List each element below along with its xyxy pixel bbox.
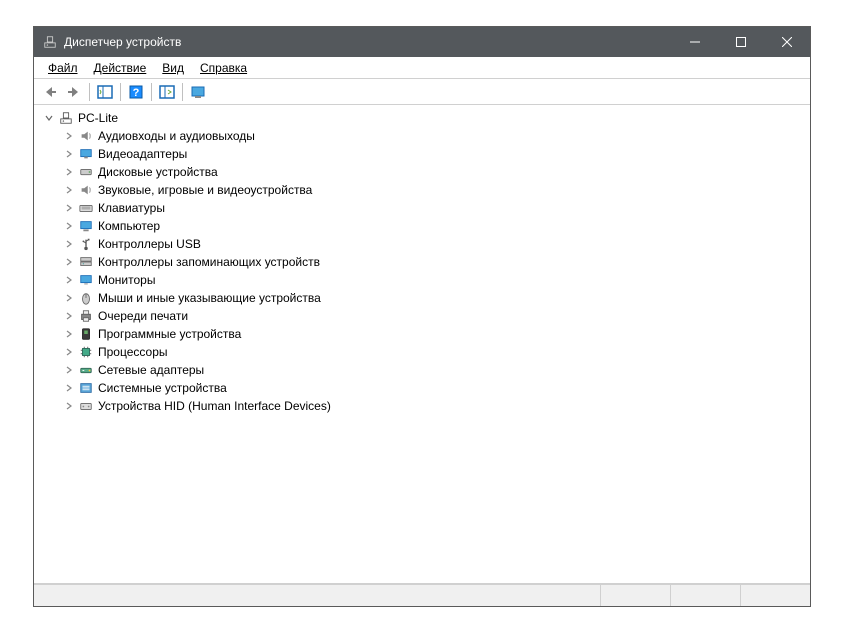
titlebar[interactable]: Диспетчер устройств [34,27,810,57]
svg-text:?: ? [133,87,140,99]
expand-icon[interactable] [62,399,76,413]
tree-category-row[interactable]: Сетевые адаптеры [62,361,810,379]
expand-icon[interactable] [62,129,76,143]
expand-icon[interactable] [62,309,76,323]
collapse-icon[interactable] [42,111,56,125]
tree-category-label: Дисковые устройства [98,165,218,179]
tree-category-label: Мыши и иные указывающие устройства [98,291,321,305]
maximize-button[interactable] [718,27,764,57]
tree-category-row[interactable]: Дисковые устройства [62,163,810,181]
audio-icon [78,182,94,198]
tree-category-label: Системные устройства [98,381,227,395]
tree-category-row[interactable]: Процессоры [62,343,810,361]
tree-category-row[interactable]: Контроллеры запоминающих устройств [62,253,810,271]
tree-category-label: Сетевые адаптеры [98,363,204,377]
scan-hardware-button[interactable] [155,81,179,103]
window-controls [672,27,810,57]
show-hide-tree-button[interactable] [93,81,117,103]
expand-icon[interactable] [62,147,76,161]
system-icon [78,380,94,396]
tree-category-row[interactable]: Очереди печати [62,307,810,325]
tree-category-row[interactable]: Аудиовходы и аудиовыходы [62,127,810,145]
status-cell [600,585,670,606]
tree-category-label: Звуковые, игровые и видеоустройства [98,183,312,197]
tree-category-row[interactable]: Мониторы [62,271,810,289]
expand-icon[interactable] [62,255,76,269]
expand-icon[interactable] [62,363,76,377]
expand-icon[interactable] [62,345,76,359]
software-icon [78,326,94,342]
monitor-icon [78,272,94,288]
toolbar-separator [120,83,121,101]
hid-icon [78,398,94,414]
menu-action[interactable]: Действие [86,59,155,77]
forward-button[interactable] [62,81,86,103]
properties-button[interactable] [186,81,210,103]
toolbar-separator [151,83,152,101]
statusbar [34,584,810,606]
tree-category-row[interactable]: Компьютер [62,217,810,235]
menubar: Файл Действие Вид Справка [34,57,810,79]
back-button[interactable] [38,81,62,103]
toolbar: ? [34,79,810,105]
tree-category-row[interactable]: Видеоадаптеры [62,145,810,163]
tree-category-label: Контроллеры запоминающих устройств [98,255,320,269]
tree-category-label: Компьютер [98,219,160,233]
tree-category-row[interactable]: Программные устройства [62,325,810,343]
tree-category-row[interactable]: Контроллеры USB [62,235,810,253]
tree-category-row[interactable]: Звуковые, игровые и видеоустройства [62,181,810,199]
status-cell [740,585,810,606]
tree-category-label: Очереди печати [98,309,188,323]
storage-icon [78,254,94,270]
disk-icon [78,164,94,180]
device-manager-window: Диспетчер устройств Файл Действие Вид Сп… [33,26,811,607]
expand-icon[interactable] [62,291,76,305]
menu-help[interactable]: Справка [192,59,255,77]
status-cell [670,585,740,606]
expand-icon[interactable] [62,183,76,197]
expand-icon[interactable] [62,273,76,287]
toolbar-separator [89,83,90,101]
close-button[interactable] [764,27,810,57]
menu-view[interactable]: Вид [154,59,192,77]
minimize-button[interactable] [672,27,718,57]
display-icon [78,146,94,162]
expand-icon[interactable] [62,237,76,251]
tree-category-row[interactable]: Клавиатуры [62,199,810,217]
audio-icon [78,128,94,144]
menu-file[interactable]: Файл [40,59,86,77]
mouse-icon [78,290,94,306]
tree-category-label: Программные устройства [98,327,241,341]
app-icon [42,34,58,50]
tree-category-label: Видеоадаптеры [98,147,187,161]
window-title: Диспетчер устройств [64,35,672,49]
tree-category-label: Устройства HID (Human Interface Devices) [98,399,331,413]
tree-category-label: Аудиовходы и аудиовыходы [98,129,255,143]
usb-icon [78,236,94,252]
printer-icon [78,308,94,324]
tree-category-row[interactable]: Мыши и иные указывающие устройства [62,289,810,307]
cpu-icon [78,344,94,360]
tree-category-row[interactable]: Системные устройства [62,379,810,397]
tree-category-label: Мониторы [98,273,155,287]
tree-root-label: PC-Lite [78,111,118,125]
tree-root-row[interactable]: PC-Lite [42,109,810,127]
device-tree[interactable]: PC-Lite Аудиовходы и аудиовыходы Видеоада… [34,105,810,584]
expand-icon[interactable] [62,201,76,215]
toolbar-separator [182,83,183,101]
expand-icon[interactable] [62,219,76,233]
tree-category-label: Процессоры [98,345,168,359]
expand-icon[interactable] [62,327,76,341]
expand-icon[interactable] [62,381,76,395]
expand-icon[interactable] [62,165,76,179]
network-icon [78,362,94,378]
keyboard-icon [78,200,94,216]
help-button[interactable]: ? [124,81,148,103]
tree-category-label: Контроллеры USB [98,237,201,251]
tree-category-row[interactable]: Устройства HID (Human Interface Devices) [62,397,810,415]
computer-icon [78,218,94,234]
tree-category-label: Клавиатуры [98,201,165,215]
computer-root-icon [58,110,74,126]
